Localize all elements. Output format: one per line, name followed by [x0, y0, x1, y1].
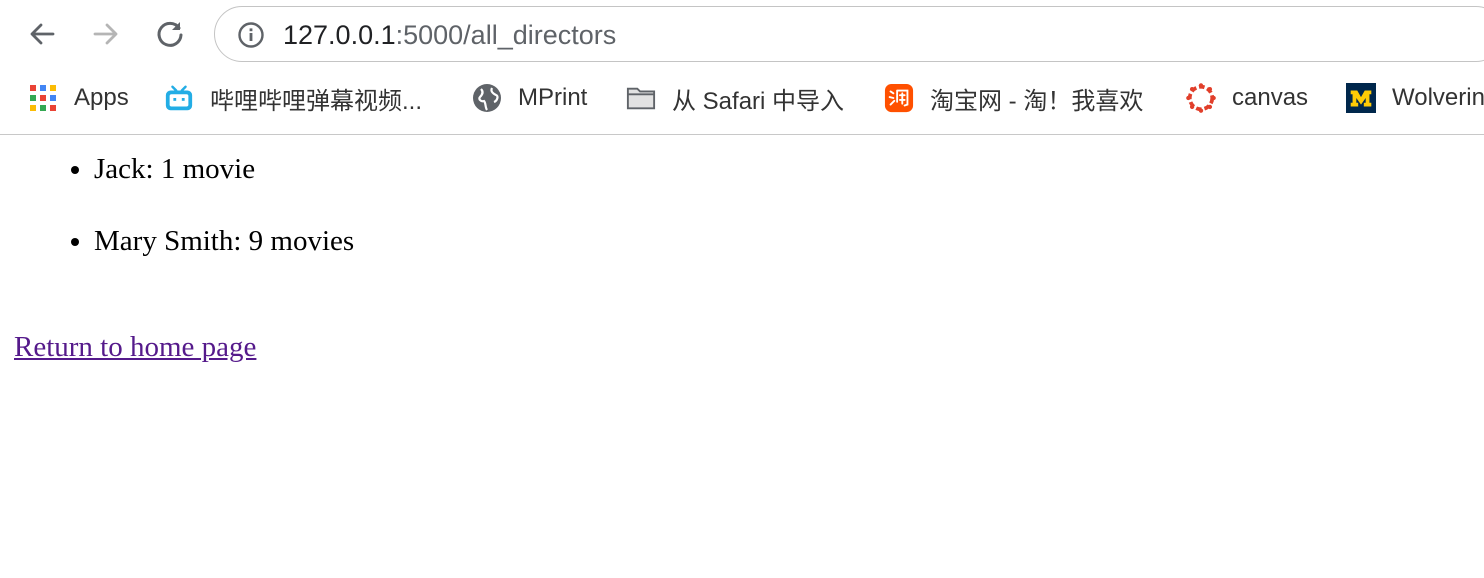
bookmark-label: 从 Safari 中导入 — [672, 87, 845, 115]
canvas-icon — [1186, 83, 1216, 113]
reload-button[interactable] — [148, 12, 192, 56]
bookmark-bilibili[interactable]: 哔哩哔哩弹幕视频... — [164, 74, 422, 122]
globe-icon — [472, 83, 502, 113]
bilibili-icon — [164, 83, 194, 113]
back-button[interactable] — [20, 12, 64, 56]
apps-grid-icon — [28, 83, 58, 113]
arrow-right-icon — [93, 23, 118, 45]
address-bar[interactable]: 127.0.0.1:5000/all_directors — [214, 6, 1484, 62]
bookmark-label: canvas — [1232, 84, 1309, 111]
bookmark-label: 淘宝网 - 淘！我喜欢 — [930, 87, 1144, 115]
bookmark-taobao[interactable]: 淘宝网 - 淘！我喜欢 — [884, 74, 1143, 122]
bookmark-apps[interactable]: Apps — [28, 74, 129, 122]
reload-icon — [157, 21, 183, 47]
arrow-left-icon — [30, 23, 55, 45]
bookmark-label: MPrint — [518, 84, 588, 111]
url-path: :5000/all_directors — [395, 20, 617, 50]
page-content: Jack: 1 movie Mary Smith: 9 movies Retur… — [0, 135, 1484, 578]
list-item: Mary Smith: 9 movies — [94, 223, 354, 259]
return-home-link[interactable]: Return to home page — [14, 329, 256, 365]
url-host: 127.0.0.1 — [283, 20, 396, 50]
list-item: Jack: 1 movie — [94, 151, 354, 187]
info-icon[interactable] — [237, 21, 265, 49]
directors-list: Jack: 1 movie Mary Smith: 9 movies — [0, 151, 354, 295]
forward-button[interactable] — [84, 12, 128, 56]
bookmark-canvas[interactable]: canvas — [1186, 74, 1308, 122]
bookmark-wolverine[interactable]: Wolverine — [1346, 74, 1484, 122]
bookmark-mprint[interactable]: MPrint — [472, 74, 587, 122]
folder-icon — [626, 83, 656, 113]
bookmark-label: 哔哩哔哩弹幕视频... — [210, 87, 423, 115]
bookmark-safari-folder[interactable]: 从 Safari 中导入 — [626, 74, 844, 122]
browser-chrome: 127.0.0.1:5000/all_directors Apps 哔哩哔哩弹幕… — [0, 0, 1484, 135]
bookmark-label: Wolverine — [1392, 84, 1484, 111]
url-text[interactable]: 127.0.0.1:5000/all_directors — [283, 19, 616, 51]
bookmark-label: Apps — [74, 84, 129, 111]
bookmarks-bar: Apps 哔哩哔哩弹幕视频... MPrint 从 Safari 中导入 淘宝网… — [0, 74, 1484, 122]
michigan-icon — [1346, 83, 1376, 113]
taobao-icon — [884, 83, 914, 113]
